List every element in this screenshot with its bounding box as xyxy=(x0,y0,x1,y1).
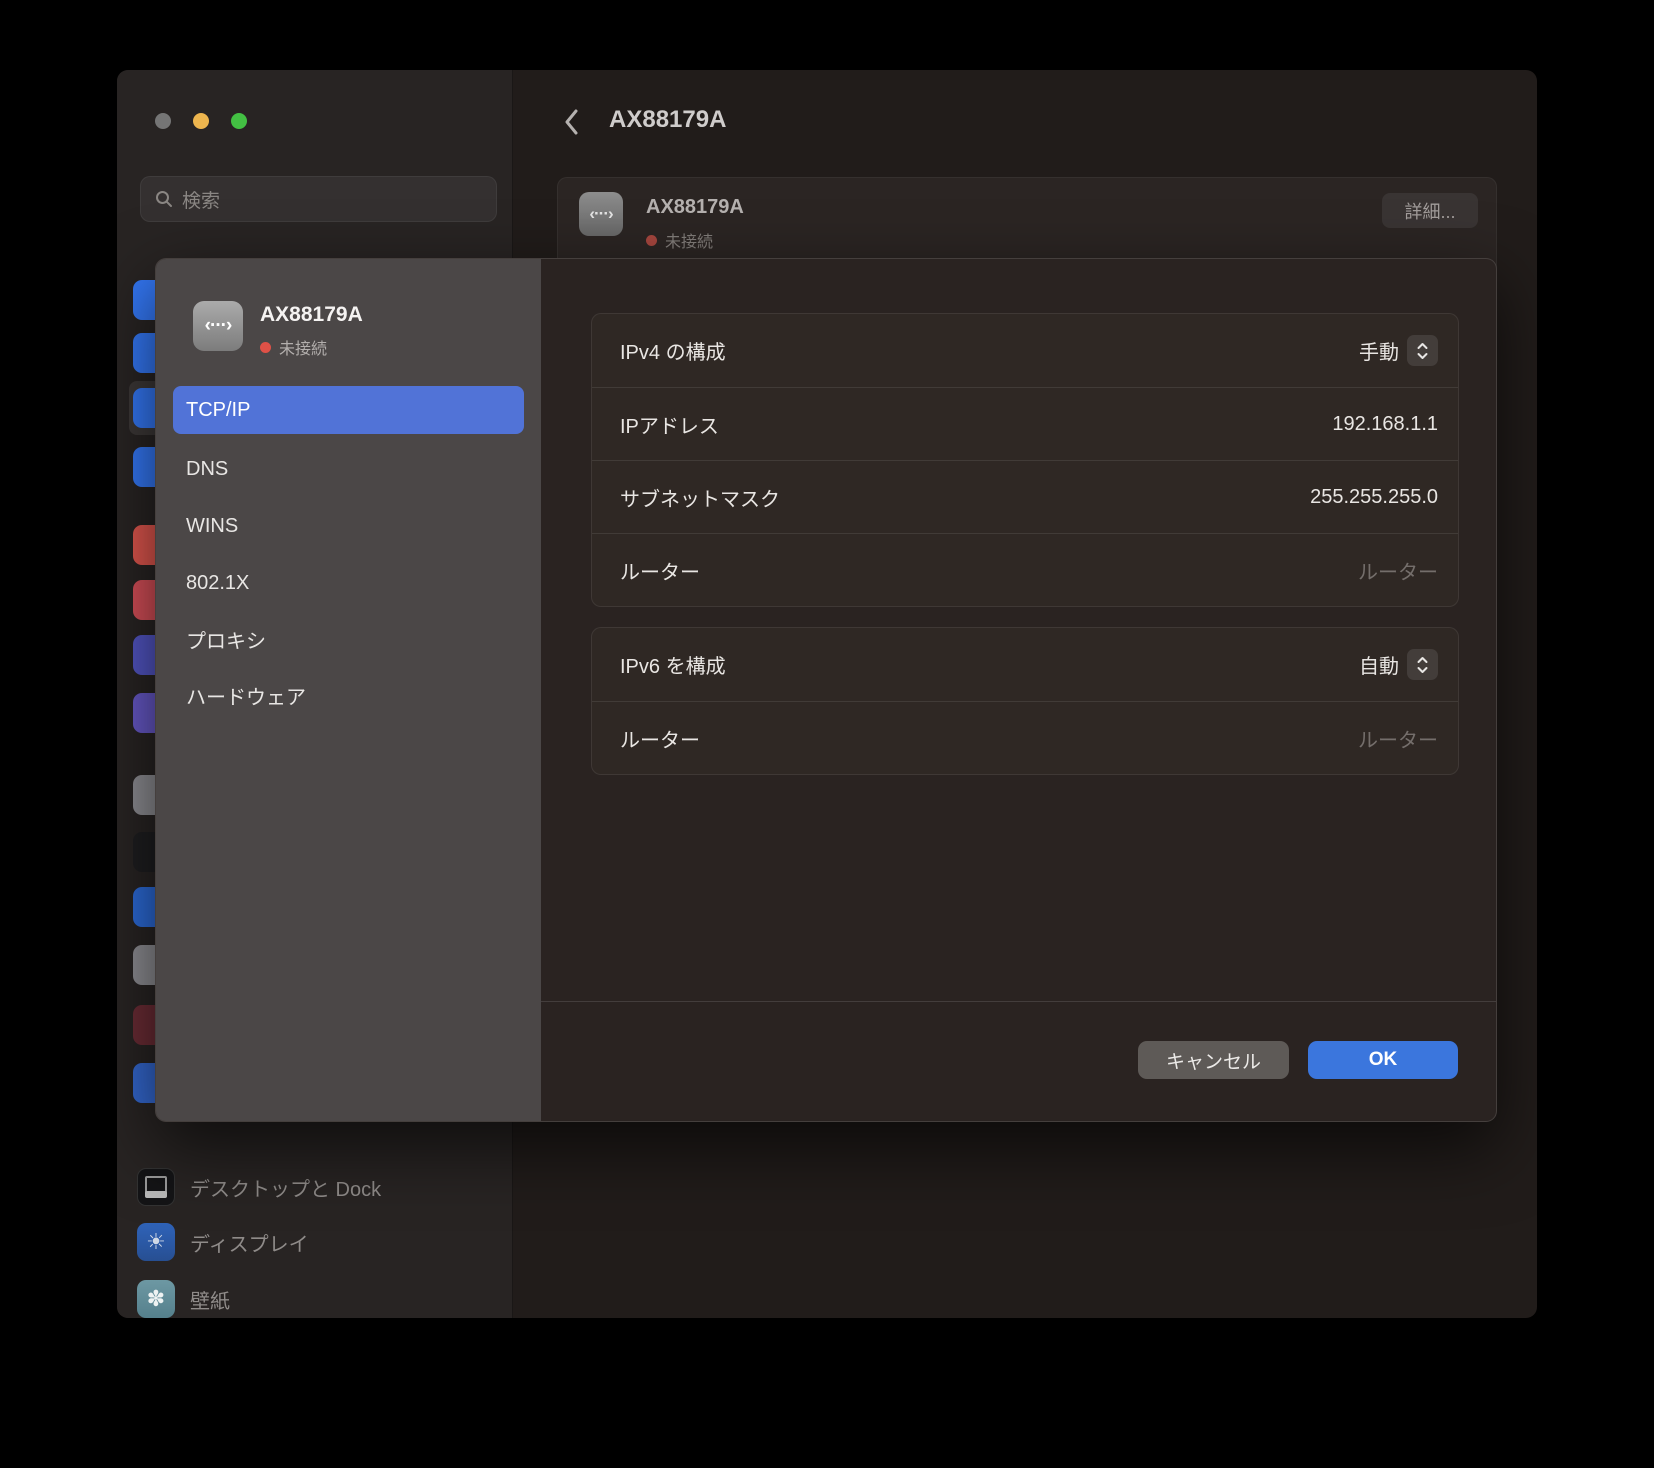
sidebar-item-label: 壁紙 xyxy=(190,1285,230,1314)
subnet-mask-field[interactable]: 255.255.255.0 xyxy=(1310,486,1438,509)
search-placeholder: 検索 xyxy=(182,186,220,213)
ipv6-configure-stepper[interactable] xyxy=(1407,649,1438,680)
sheet-device-status: 未接続 xyxy=(260,335,327,359)
row-label: ルーター xyxy=(620,724,700,753)
up-down-chevrons-icon xyxy=(1416,655,1429,675)
ipv4-configure-stepper[interactable] xyxy=(1407,335,1438,366)
subnet-mask-row: サブネットマスク 255.255.255.0 xyxy=(592,460,1458,533)
ipv6-configure-value: 自動 xyxy=(1359,650,1399,679)
tab-hardware[interactable]: ハードウェア xyxy=(173,672,524,718)
search-input[interactable]: 検索 xyxy=(140,176,497,222)
status-text: 未接続 xyxy=(279,335,327,359)
system-settings-window: 検索 デスクトップと Dock ☀ ディスプレイ ✽ 壁紙 AX88179A xyxy=(117,70,1537,1318)
zoom-window-button[interactable] xyxy=(231,113,247,129)
display-icon: ☀ xyxy=(137,1223,175,1261)
status-dot xyxy=(646,235,657,246)
sheet-device-name: AX88179A xyxy=(260,303,363,327)
sidebar-item-display[interactable]: ☀ ディスプレイ xyxy=(137,1220,497,1264)
row-label: サブネットマスク xyxy=(620,483,780,512)
sidebar-item-label: ディスプレイ xyxy=(190,1228,309,1257)
ipv6-configure-row: IPv6 を構成 自動 xyxy=(592,628,1458,701)
tab-proxies[interactable]: プロキシ xyxy=(173,616,524,662)
row-label: IPv6 を構成 xyxy=(620,650,726,679)
tcpip-settings-sheet: ‹···› AX88179A 未接続 TCP/IP DNS WINS 802.1… xyxy=(155,258,1497,1122)
sidebar-item-desktop-dock[interactable]: デスクトップと Dock xyxy=(137,1165,497,1209)
row-label: ルーター xyxy=(620,556,700,585)
tab-dns[interactable]: DNS xyxy=(173,446,524,492)
ok-button[interactable]: OK xyxy=(1308,1041,1458,1079)
desktop-dock-icon xyxy=(137,1168,175,1206)
ip-address-row: IPアドレス 192.168.1.1 xyxy=(592,387,1458,460)
details-button[interactable]: 詳細... xyxy=(1382,193,1478,228)
device-status: 未接続 xyxy=(646,228,713,252)
sidebar-item-label: デスクトップと Dock xyxy=(190,1173,381,1202)
tab-8021x[interactable]: 802.1X xyxy=(173,560,524,606)
tab-tcpip[interactable]: TCP/IP xyxy=(173,386,524,434)
sidebar-item-wallpaper[interactable]: ✽ 壁紙 xyxy=(137,1277,497,1318)
ipv6-router-row: ルーター ルーター xyxy=(592,701,1458,774)
minimize-window-button[interactable] xyxy=(193,113,209,129)
up-down-chevrons-icon xyxy=(1416,341,1429,361)
ipv4-configure-row: IPv4 の構成 手動 xyxy=(592,314,1458,387)
sheet-sidebar: ‹···› AX88179A 未接続 TCP/IP DNS WINS 802.1… xyxy=(156,259,541,1121)
cancel-button[interactable]: キャンセル xyxy=(1138,1041,1289,1079)
ipv4-configure-value: 手動 xyxy=(1359,336,1399,365)
device-name: AX88179A xyxy=(646,196,744,219)
wallpaper-icon: ✽ xyxy=(137,1280,175,1318)
ipv4-settings-card: IPv4 の構成 手動 IPアドレス 192.168.1.1 サブネットマスク xyxy=(591,313,1459,607)
ipv4-router-row: ルーター ルーター xyxy=(592,533,1458,606)
row-label: IPアドレス xyxy=(620,410,719,439)
ipv4-router-field[interactable]: ルーター xyxy=(1358,556,1438,585)
ethernet-adapter-icon: ‹···› xyxy=(579,192,623,236)
ipv6-settings-card: IPv6 を構成 自動 ルーター ルーター xyxy=(591,627,1459,775)
status-text: 未接続 xyxy=(665,228,713,252)
back-button[interactable] xyxy=(563,108,579,141)
ipv6-router-field[interactable]: ルーター xyxy=(1358,724,1438,753)
ip-address-field[interactable]: 192.168.1.1 xyxy=(1332,413,1438,436)
screenshot-canvas: 検索 デスクトップと Dock ☀ ディスプレイ ✽ 壁紙 AX88179A xyxy=(0,0,1654,1468)
ethernet-adapter-icon: ‹···› xyxy=(193,301,243,351)
tab-wins[interactable]: WINS xyxy=(173,503,524,549)
row-label: IPv4 の構成 xyxy=(620,336,726,365)
page-title: AX88179A xyxy=(609,106,726,134)
chevron-left-icon xyxy=(563,108,579,136)
footer-divider xyxy=(541,1001,1496,1002)
status-dot xyxy=(260,342,271,353)
